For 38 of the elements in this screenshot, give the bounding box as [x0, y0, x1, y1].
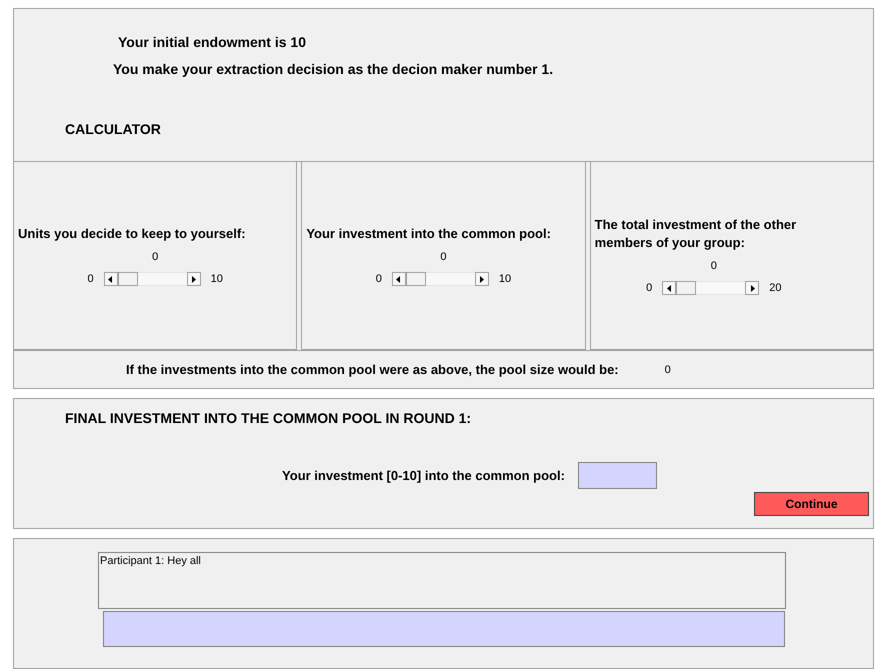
chat-input-field[interactable] — [102, 611, 784, 647]
chat-message: Participant 1: Hey all — [99, 554, 202, 569]
scroll-right-button[interactable] — [474, 272, 489, 286]
slider-min-label: 0 — [376, 273, 382, 285]
scroll-right-button[interactable] — [186, 272, 201, 286]
pool-size-value: 0 — [664, 364, 671, 376]
slider-thumb[interactable] — [118, 272, 138, 286]
calculator-label: Your investment into the common pool: — [306, 225, 551, 243]
scroll-left-button[interactable] — [662, 281, 676, 295]
continue-button[interactable]: Continue — [754, 492, 869, 516]
slider-thumb[interactable] — [406, 272, 426, 286]
calculator-label: The total investment of the other members of your group: — [594, 216, 798, 252]
scroll-left-button[interactable] — [392, 272, 406, 286]
left-arrow-icon — [396, 276, 402, 282]
scroll-left-button[interactable] — [104, 272, 118, 286]
investment-input-field[interactable] — [578, 462, 657, 489]
slider-max-label: 20 — [769, 282, 782, 294]
slider-min-label: 0 — [646, 282, 652, 294]
slider-value: 0 — [440, 251, 447, 263]
slider-max-label: 10 — [498, 273, 512, 285]
calculator-label: Units you decide to keep to yourself: — [18, 225, 246, 243]
final-investment-title: FINAL INVESTMENT INTO THE COMMON POOL IN ROUND 1: — [65, 410, 472, 426]
right-arrow-icon — [750, 284, 755, 292]
scroll-right-button[interactable] — [745, 281, 760, 295]
slider-thumb[interactable] — [676, 281, 696, 295]
right-arrow-icon — [191, 276, 196, 282]
right-arrow-icon — [479, 276, 484, 282]
left-arrow-icon — [666, 284, 672, 292]
endowment-text: Your initial endowment is 10 — [118, 34, 307, 50]
decision-text: You make your extraction decision as the decion maker number 1. — [113, 61, 554, 77]
calculator-title: CALCULATOR — [65, 121, 162, 137]
slider-max-label: 10 — [210, 273, 223, 285]
left-arrow-icon — [108, 276, 114, 282]
pool-size-label: If the investments into the common pool were as above, the pool size would be: — [126, 362, 619, 377]
investment-field-label: Your investment [0-10] into the common pool: — [282, 468, 565, 483]
slider-min-label: 0 — [87, 273, 94, 285]
slider-value: 0 — [710, 260, 717, 272]
slider-value: 0 — [152, 251, 158, 263]
